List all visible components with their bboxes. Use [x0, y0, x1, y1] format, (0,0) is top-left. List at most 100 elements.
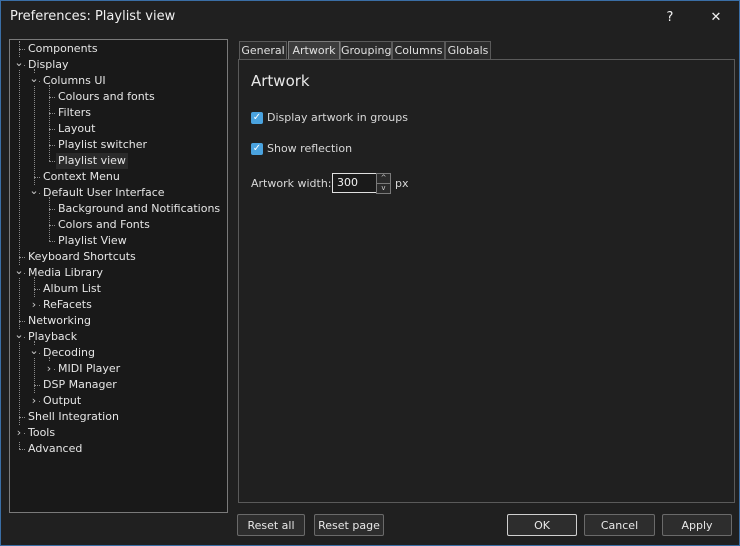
tree-item-label: Tools — [28, 426, 56, 439]
tree-item[interactable]: ⌄ Decoding — [10, 345, 225, 361]
tree-item-label: Filters — [58, 106, 91, 119]
tree-item-label: Layout — [58, 122, 96, 135]
tree-item-label: Playlist switcher — [58, 138, 147, 151]
tree-connector — [34, 385, 40, 386]
tree-item[interactable]: Playlist view — [10, 153, 225, 169]
tree-connector — [19, 257, 25, 258]
tab-grouping[interactable]: Grouping — [340, 41, 392, 60]
tab-globals[interactable]: Globals — [445, 41, 491, 60]
tree-item-label: ReFacets — [43, 298, 92, 311]
chevron-down-icon: v — [381, 184, 386, 192]
preferences-window: Preferences: Playlist view ? ✕ Component… — [0, 0, 740, 546]
help-icon: ? — [666, 9, 674, 25]
artwork-width-label: Artwork width: — [251, 177, 332, 190]
tree-item-label: Output — [43, 394, 82, 407]
tree-item[interactable]: Playlist switcher — [10, 137, 225, 153]
chevron-down-icon[interactable]: ⌄ — [14, 329, 24, 341]
tree-item-label: Columns UI — [43, 74, 106, 87]
chevron-right-icon[interactable]: › — [14, 425, 24, 441]
tree-item-label: Playlist view — [56, 153, 128, 169]
help-button[interactable]: ? — [647, 1, 693, 33]
show-reflection-label: Show reflection — [267, 142, 353, 155]
chevron-right-icon[interactable]: › — [44, 361, 54, 377]
tree-item[interactable]: Networking — [10, 313, 225, 329]
tree-item-label: Networking — [28, 314, 91, 327]
chevron-right-icon[interactable]: › — [29, 393, 39, 409]
tree-item[interactable]: › ReFacets — [10, 297, 225, 313]
checkbox-checked-icon[interactable]: ✓ — [251, 143, 263, 155]
tree-connector — [49, 241, 55, 242]
artwork-page: Artwork ✓ Display artwork in groups ✓ Sh… — [238, 59, 735, 503]
tree-item[interactable]: Keyboard Shortcuts — [10, 249, 225, 265]
tree-connector — [49, 97, 55, 98]
tree-item[interactable]: ⌄ Columns UI — [10, 73, 225, 89]
tree-item[interactable]: Filters — [10, 105, 225, 121]
chevron-down-icon[interactable]: ⌄ — [29, 185, 39, 197]
tree-item[interactable]: Components — [10, 41, 225, 57]
chevron-down-icon[interactable]: ⌄ — [14, 265, 24, 277]
tree-item[interactable]: Layout — [10, 121, 225, 137]
chevron-down-icon[interactable]: ⌄ — [29, 345, 39, 357]
tree-item-label: Default User Interface — [43, 186, 165, 199]
tree-item-label: Background and Notifications — [58, 202, 221, 215]
tree-item[interactable]: ⌄ Default User Interface — [10, 185, 225, 201]
tab-artwork[interactable]: Artwork — [288, 41, 340, 60]
tree-connector — [49, 113, 55, 114]
tree-item[interactable]: Background and Notifications — [10, 201, 225, 217]
chevron-right-icon[interactable]: › — [29, 297, 39, 313]
checkbox-checked-icon[interactable]: ✓ — [251, 112, 263, 124]
tree-item-label: Playlist View — [58, 234, 127, 247]
page-title: Artwork — [251, 72, 310, 90]
tree-item[interactable]: › Output — [10, 393, 225, 409]
tree-item[interactable]: Advanced — [10, 441, 225, 457]
tree-connector — [19, 321, 25, 322]
tree-connector — [19, 449, 25, 450]
tree-connector — [34, 289, 40, 290]
tree-item-label: Advanced — [28, 442, 83, 455]
tree-item[interactable]: Album List — [10, 281, 225, 297]
close-icon: ✕ — [710, 9, 722, 25]
tree-item[interactable]: Colors and Fonts — [10, 217, 225, 233]
tree-item-label: Colours and fonts — [58, 90, 155, 103]
reset-page-button[interactable]: Reset page — [314, 514, 384, 536]
spin-down-button[interactable]: v — [376, 183, 391, 194]
tree-item-label: Components — [28, 42, 98, 55]
title-bar: Preferences: Playlist view ? ✕ — [1, 1, 739, 33]
tab-columns[interactable]: Columns — [392, 41, 445, 60]
tree-item-label: Shell Integration — [28, 410, 119, 423]
apply-button[interactable]: Apply — [662, 514, 732, 536]
tree-item-label: Keyboard Shortcuts — [28, 250, 136, 263]
artwork-width-input[interactable] — [332, 173, 378, 193]
tree-item-label: Display — [28, 58, 69, 71]
tree-item-label: Playback — [28, 330, 78, 343]
reset-all-button[interactable]: Reset all — [237, 514, 305, 536]
tab-general[interactable]: General — [239, 41, 287, 60]
tree-item[interactable]: › MIDI Player — [10, 361, 225, 377]
tree-item-label: Decoding — [43, 346, 96, 359]
display-artwork-checkbox[interactable]: ✓ Display artwork in groups — [251, 111, 451, 127]
tree-item[interactable]: Shell Integration — [10, 409, 225, 425]
show-reflection-checkbox[interactable]: ✓ Show reflection — [251, 142, 451, 158]
tree-connector — [49, 145, 55, 146]
preferences-tree[interactable]: Components ⌄ Display ⌄ Columns UI Colours and… — [9, 39, 228, 513]
cancel-button[interactable]: Cancel — [584, 514, 655, 536]
tree-item[interactable]: ⌄ Display — [10, 57, 225, 73]
tree-item[interactable]: Context Menu — [10, 169, 225, 185]
tree-connector — [19, 417, 25, 418]
tree-connector — [49, 129, 55, 130]
ok-button[interactable]: OK — [507, 514, 577, 536]
chevron-up-icon: ^ — [380, 174, 387, 182]
chevron-down-icon[interactable]: ⌄ — [29, 73, 39, 85]
tree-item[interactable]: DSP Manager — [10, 377, 225, 393]
tree-item[interactable]: ⌄ Playback — [10, 329, 225, 345]
tree-item-label: Media Library — [28, 266, 103, 279]
tree-item[interactable]: Playlist View — [10, 233, 225, 249]
artwork-width-unit: px — [395, 177, 409, 190]
chevron-down-icon[interactable]: ⌄ — [14, 57, 24, 69]
tree-item-label: Album List — [43, 282, 101, 295]
tree-item[interactable]: ⌄ Media Library — [10, 265, 225, 281]
window-title: Preferences: Playlist view — [10, 9, 176, 24]
tree-item[interactable]: › Tools — [10, 425, 225, 441]
close-button[interactable]: ✕ — [693, 1, 739, 33]
tree-item[interactable]: Colours and fonts — [10, 89, 225, 105]
